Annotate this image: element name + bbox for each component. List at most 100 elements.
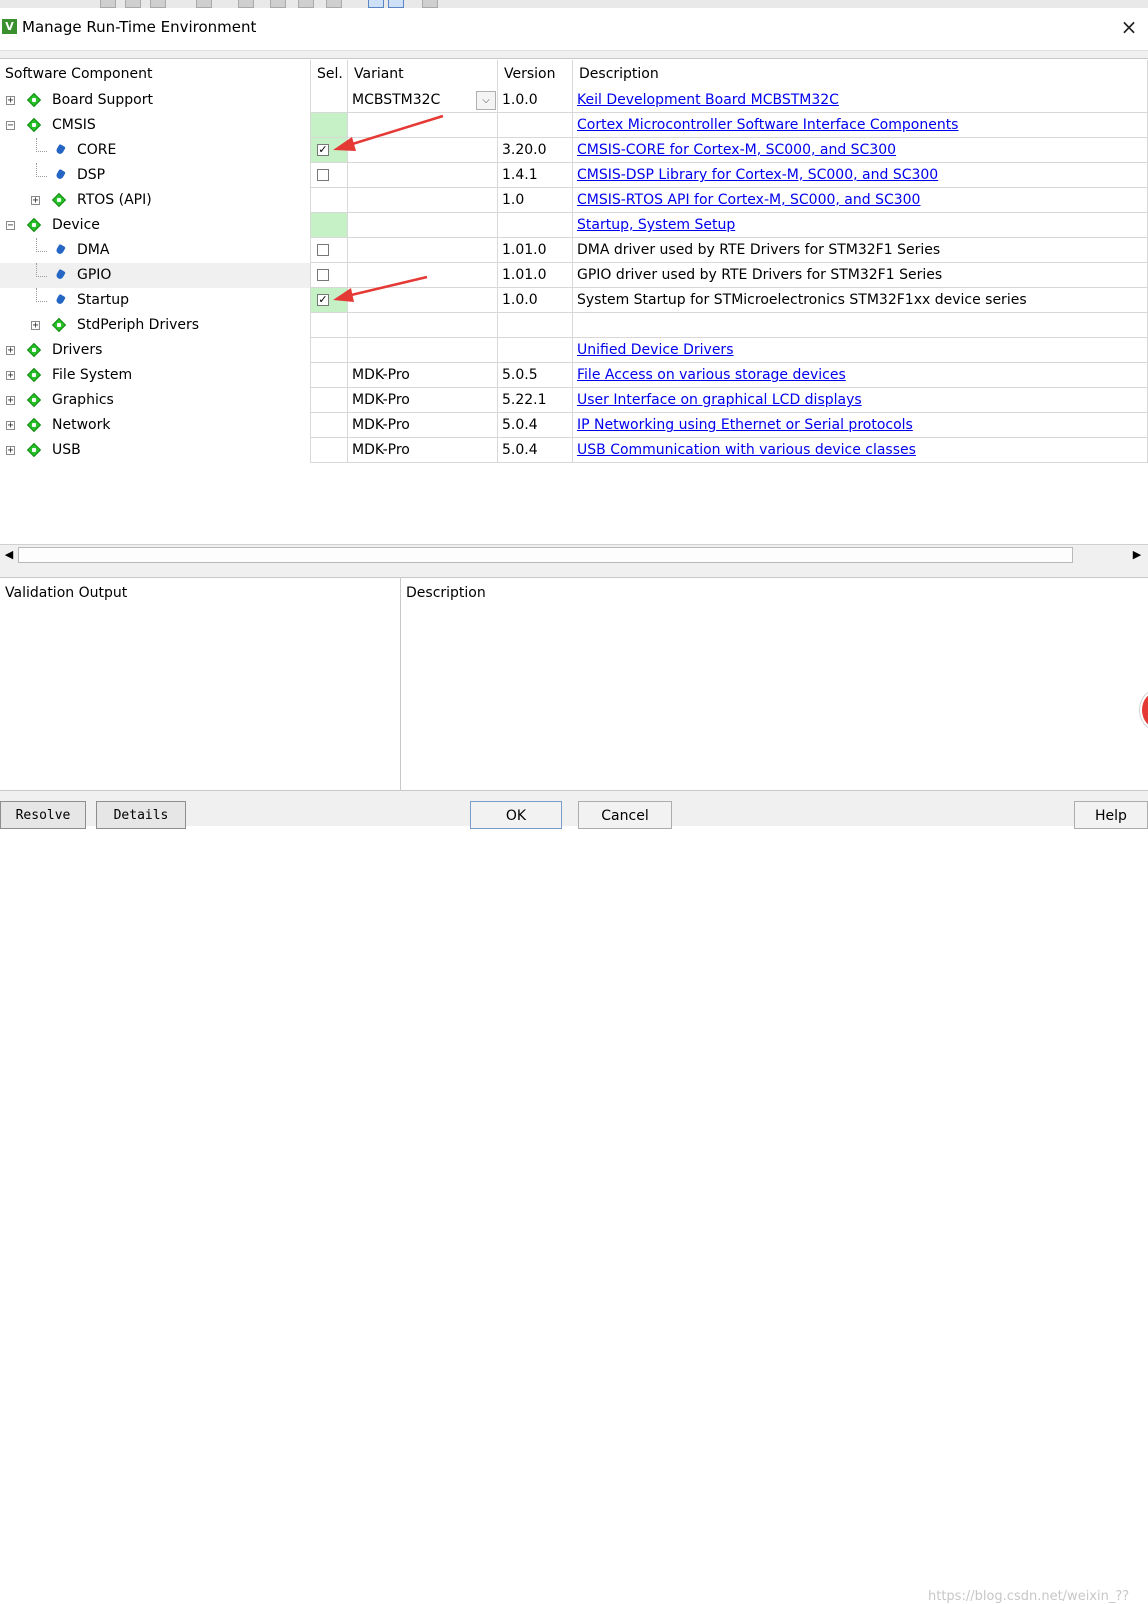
table-row[interactable]: + USB MDK-Pro 5.0.4 USB Communication with v… — [0, 438, 1148, 463]
description-cell[interactable]: User Interface on graphical LCD displays — [573, 388, 1148, 413]
column-header-description[interactable]: Description — [573, 60, 1148, 88]
table-row[interactable]: CORE ✓ 3.20.0 CMSIS-CORE for Cortex-M, SC00… — [0, 138, 1148, 163]
expand-icon[interactable]: + — [31, 321, 40, 331]
select-checkbox[interactable] — [317, 169, 329, 181]
component-cell[interactable]: + Network — [0, 413, 310, 438]
description-pane-header: Description — [406, 585, 486, 601]
close-button[interactable]: × — [1116, 14, 1142, 40]
description-cell[interactable]: Cortex Microcontroller Software Interfac… — [573, 113, 1148, 138]
sel-cell[interactable] — [310, 163, 348, 188]
description-cell[interactable]: USB Communication with various device cl… — [573, 438, 1148, 463]
description-cell: GPIO driver used by RTE Drivers for STM3… — [573, 263, 1148, 288]
description-cell[interactable]: CMSIS-RTOS API for Cortex-M, SC000, and … — [573, 188, 1148, 213]
component-cell[interactable]: + StdPeriph Drivers — [0, 313, 310, 338]
sel-cell[interactable] — [310, 238, 348, 263]
component-cell[interactable]: − CMSIS — [0, 113, 310, 138]
component-cell[interactable]: + File System — [0, 363, 310, 388]
description-cell[interactable]: Startup, System Setup — [573, 213, 1148, 238]
table-row[interactable]: DSP 1.4.1 CMSIS-DSP Library for Cortex-M, … — [0, 163, 1148, 188]
toolbar-icon — [100, 0, 116, 8]
sel-cell — [310, 388, 348, 413]
description-link[interactable]: File Access on various storage devices — [577, 367, 846, 383]
column-header-component[interactable]: Software Component — [0, 60, 315, 88]
toolbar-icon — [270, 0, 286, 8]
expand-icon[interactable]: + — [6, 396, 15, 406]
component-cell[interactable]: DSP — [0, 163, 310, 188]
tree-connector — [36, 163, 47, 177]
table-row[interactable]: GPIO 1.01.0 GPIO driver used by RTE Driver… — [0, 263, 1148, 288]
description-link[interactable]: Cortex Microcontroller Software Interfac… — [577, 117, 958, 133]
select-checkbox[interactable] — [317, 269, 329, 281]
description-link[interactable]: Unified Device Drivers — [577, 342, 733, 358]
column-header-version[interactable]: Version — [498, 60, 573, 88]
description-cell[interactable]: IP Networking using Ethernet or Serial p… — [573, 413, 1148, 438]
table-row[interactable]: + StdPeriph Drivers — [0, 313, 1148, 338]
component-cell[interactable]: CORE — [0, 138, 310, 163]
table-row[interactable]: + Board Support MCBSTM32C ⌵ 1.0.0 Keil Develo… — [0, 88, 1148, 113]
component-cell[interactable]: + Graphics — [0, 388, 310, 413]
select-checkbox[interactable]: ✓ — [317, 144, 329, 156]
description-pane: Description — [401, 578, 1148, 790]
description-cell[interactable]: CMSIS-CORE for Cortex-M, SC000, and SC30… — [573, 138, 1148, 163]
description-link[interactable]: IP Networking using Ethernet or Serial p… — [577, 417, 913, 433]
pane-splitter[interactable] — [0, 567, 1148, 578]
column-header-variant[interactable]: Variant — [348, 60, 498, 88]
column-header-sel[interactable]: Sel. — [310, 60, 348, 88]
table-row[interactable]: − Device Startup, System Setup — [0, 213, 1148, 238]
description-cell[interactable]: Unified Device Drivers — [573, 338, 1148, 363]
sel-cell[interactable]: ✓ — [310, 138, 348, 163]
component-cell[interactable]: GPIO — [0, 263, 310, 288]
component-cell[interactable]: DMA — [0, 238, 310, 263]
table-row[interactable]: + Network MDK-Pro 5.0.4 IP Networking using … — [0, 413, 1148, 438]
expand-icon[interactable]: + — [6, 446, 15, 456]
description-cell[interactable]: Keil Development Board MCBSTM32C — [573, 88, 1148, 113]
table-row[interactable]: DMA 1.01.0 DMA driver used by RTE Drivers … — [0, 238, 1148, 263]
component-cell[interactable]: + RTOS (API) — [0, 188, 310, 213]
description-link[interactable]: CMSIS-CORE for Cortex-M, SC000, and SC30… — [577, 142, 896, 158]
description-link[interactable]: Startup, System Setup — [577, 217, 735, 233]
table-row[interactable]: + RTOS (API) 1.0 CMSIS-RTOS API for Cortex-… — [0, 188, 1148, 213]
collapse-icon[interactable]: − — [6, 121, 15, 131]
table-row[interactable]: − CMSIS Cortex Microcontroller Software In… — [0, 113, 1148, 138]
component-cell[interactable]: − Device — [0, 213, 310, 238]
description-link[interactable]: USB Communication with various device cl… — [577, 442, 916, 458]
sel-cell[interactable] — [310, 263, 348, 288]
description-link[interactable]: CMSIS-DSP Library for Cortex-M, SC000, a… — [577, 167, 938, 183]
table-row[interactable]: + Graphics MDK-Pro 5.22.1 User Interface on … — [0, 388, 1148, 413]
title-bar: V Manage Run-Time Environment × — [0, 8, 1148, 51]
expand-icon[interactable]: + — [6, 96, 15, 106]
description-link[interactable]: CMSIS-RTOS API for Cortex-M, SC000, and … — [577, 192, 920, 208]
expand-icon[interactable]: + — [31, 196, 40, 206]
table-row[interactable]: Startup ✓ 1.0.0 System Startup for STMicroe… — [0, 288, 1148, 313]
component-cell[interactable]: + USB — [0, 438, 310, 463]
horizontal-scrollbar[interactable]: ◀ ▶ — [0, 544, 1148, 568]
component-cell[interactable]: Startup — [0, 288, 310, 313]
description-link[interactable]: Keil Development Board MCBSTM32C — [577, 92, 839, 108]
diamond-icon — [27, 443, 41, 457]
variant-cell — [348, 213, 498, 238]
validation-output-pane: Validation Output — [0, 578, 401, 790]
expand-icon[interactable]: + — [6, 371, 15, 381]
description-link[interactable]: User Interface on graphical LCD displays — [577, 392, 862, 408]
variant-cell — [348, 138, 498, 163]
description-cell[interactable]: File Access on various storage devices — [573, 363, 1148, 388]
component-cell[interactable]: + Board Support — [0, 88, 310, 113]
table-row[interactable]: + File System MDK-Pro 5.0.5 File Access on v… — [0, 363, 1148, 388]
description-cell[interactable]: CMSIS-DSP Library for Cortex-M, SC000, a… — [573, 163, 1148, 188]
table-row[interactable]: + Drivers Unified Device Drivers — [0, 338, 1148, 363]
sel-cell[interactable]: ✓ — [310, 288, 348, 313]
expand-icon[interactable]: + — [6, 421, 15, 431]
collapse-icon[interactable]: − — [6, 221, 15, 231]
variant-dropdown-icon[interactable]: ⌵ — [476, 91, 496, 110]
variant-cell: MDK-Pro — [348, 388, 498, 413]
component-cell[interactable]: + Drivers — [0, 338, 310, 363]
version-cell: 5.0.4 — [498, 413, 573, 438]
expand-icon[interactable]: + — [6, 346, 15, 356]
scroll-right-icon[interactable]: ▶ — [1129, 547, 1145, 563]
sel-cell — [310, 113, 348, 138]
description-cell: System Startup for STMicroelectronics ST… — [573, 288, 1148, 313]
scrollbar-thumb[interactable] — [18, 547, 1073, 563]
select-checkbox[interactable] — [317, 244, 329, 256]
select-checkbox[interactable]: ✓ — [317, 294, 329, 306]
scroll-left-icon[interactable]: ◀ — [1, 547, 17, 563]
